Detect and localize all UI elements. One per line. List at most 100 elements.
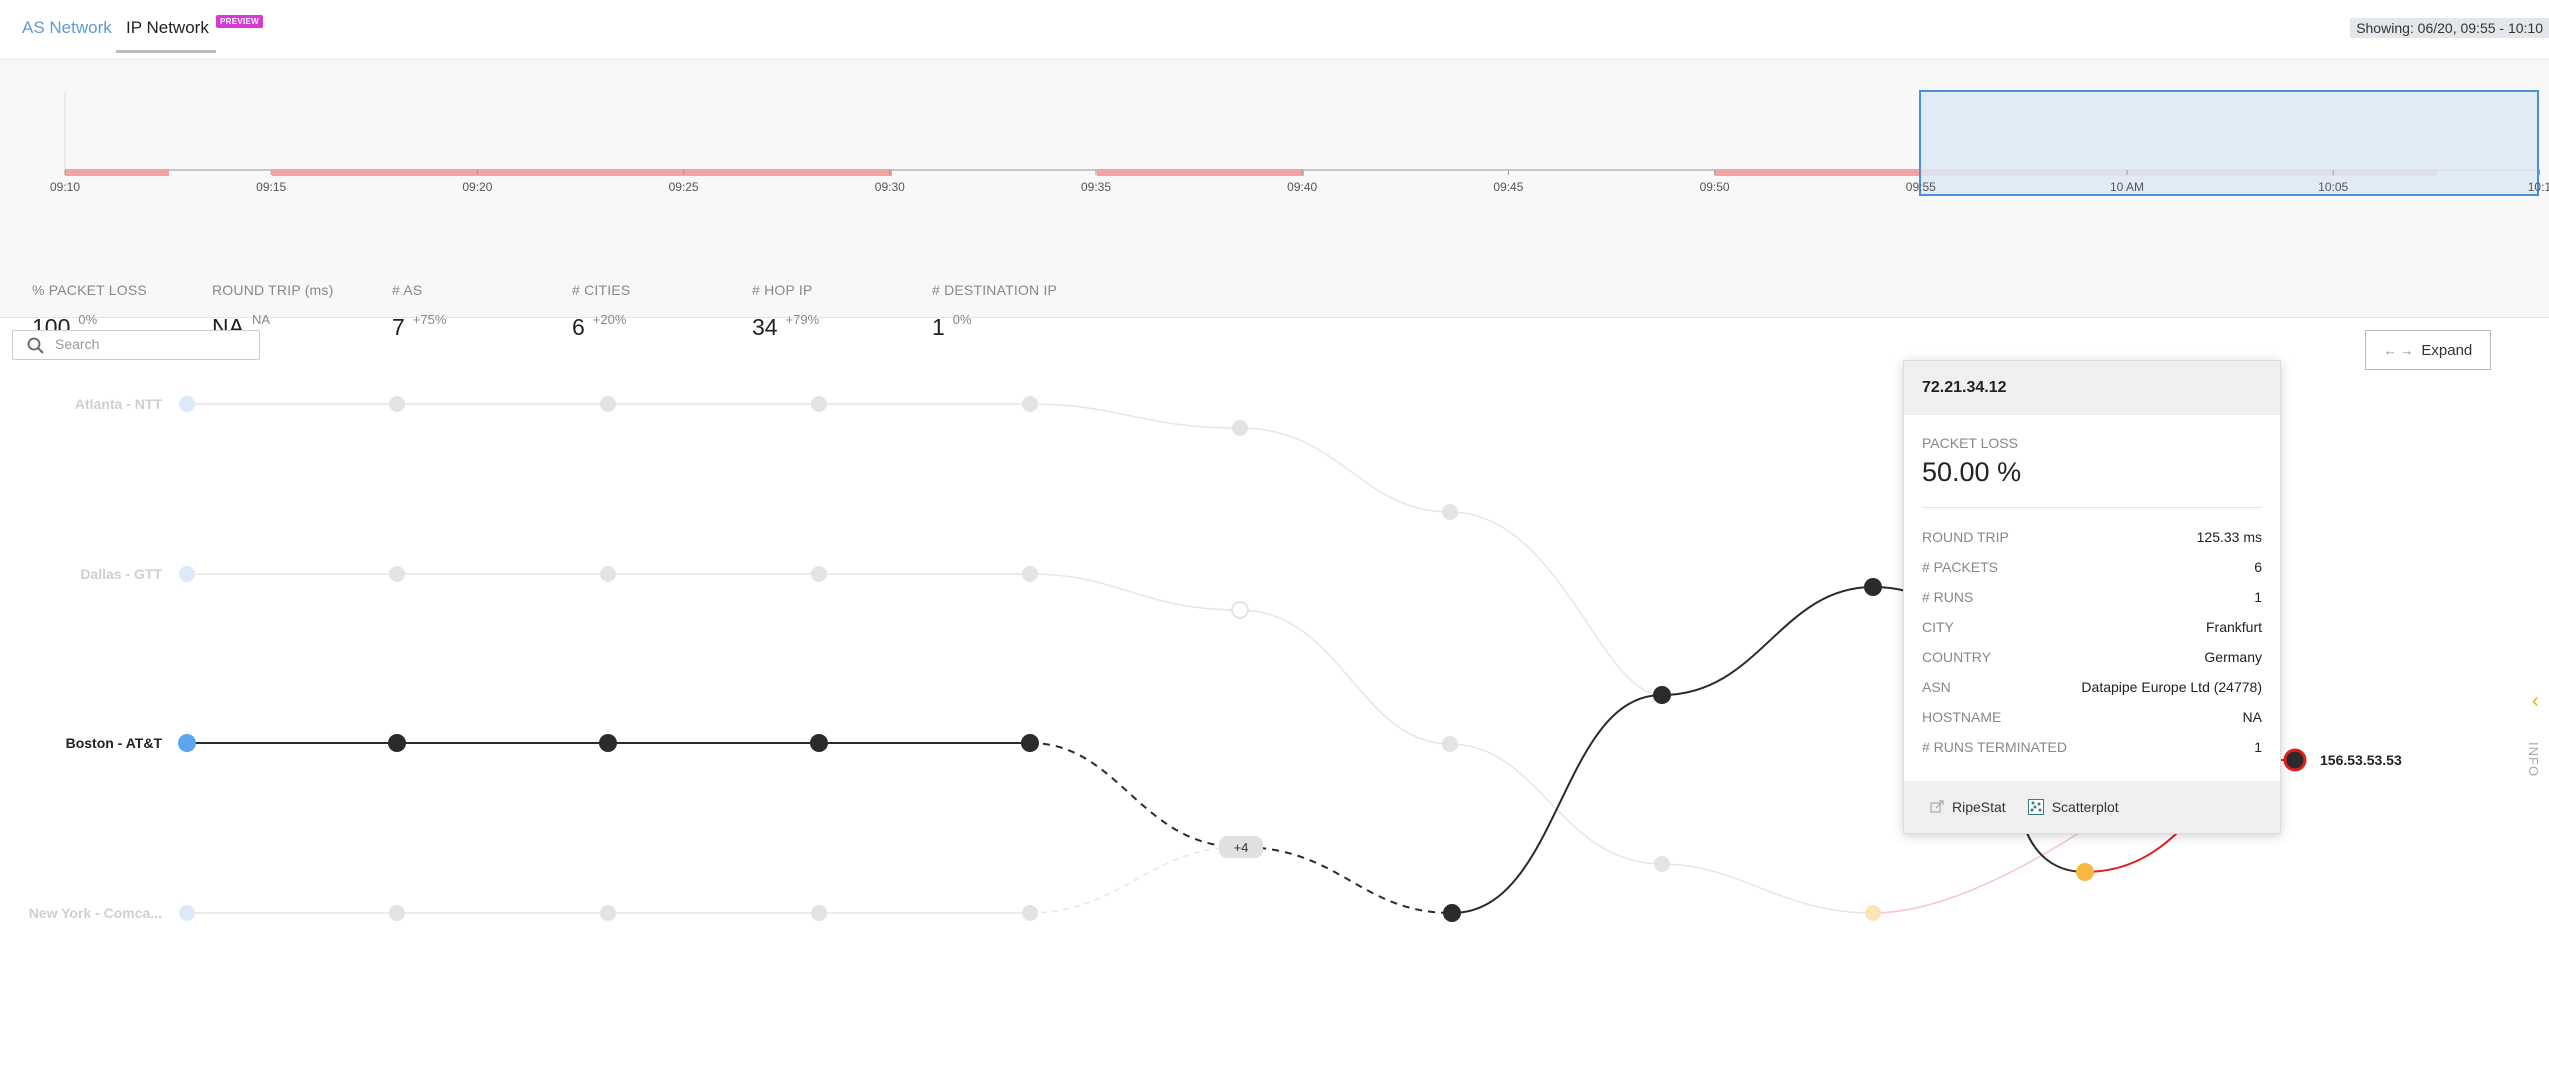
path-atlanta [187,403,1663,696]
ripestat-label: RipeStat [1952,799,2006,815]
tab-ip-network[interactable]: IP Network [126,18,209,38]
source-label-atlanta[interactable]: Atlanta - NTT [75,396,163,412]
tooltip-value: 1 [2254,739,2262,755]
tooltip-packet-loss-label: PACKET LOSS [1922,435,2018,451]
hop-node[interactable] [810,734,828,752]
hop-node[interactable] [1022,396,1038,412]
hop-node[interactable] [599,734,617,752]
timeline-chart: 09:10 09:15 09:20 09:25 09:30 09:35 09:40 09:45… [50,90,2549,196]
collapsed-hops-count: +4 [1234,840,1249,855]
timeline-tick-label: 09:40 [1287,180,1317,194]
timeline-tick-label: 09:30 [875,180,905,194]
tooltip-value: NA [2242,709,2262,725]
info-panel-toggle[interactable]: ‹ INFO [2520,690,2549,800]
hop-node[interactable] [1653,686,1671,704]
hop-node[interactable] [1654,856,1670,872]
hop-node[interactable] [388,734,406,752]
hop-node[interactable] [1021,734,1039,752]
tooltip-key: # PACKETS [1922,559,1998,575]
hop-node[interactable] [389,566,405,582]
timeline-tick-label: 09:55 [1906,180,1936,194]
source-label-dallas[interactable]: Dallas - GTT [80,566,162,582]
hop-node-warning[interactable] [1865,905,1881,921]
tooltip-row: HOSTNAME NA [1922,709,2262,729]
tooltip-row: # PACKETS 6 [1922,559,2262,579]
hop-node[interactable] [1442,736,1458,752]
tab-as-network[interactable]: AS Network [22,18,112,38]
destination-ip-label[interactable]: 156.53.53.53 [2320,752,2402,768]
hop-node-empty[interactable] [1231,601,1249,619]
ripestat-link[interactable]: RipeStat [1930,799,2006,815]
preview-badge: PREVIEW [216,15,263,28]
tooltip-row: COUNTRY Germany [1922,649,2262,669]
destination-node[interactable] [2283,748,2307,772]
loss-segment [1097,169,1304,176]
tooltip-value: 6 [2254,559,2262,575]
tooltip-value: Germany [2204,649,2262,665]
scatterplot-icon [2027,799,2044,815]
tooltip-value: 1 [2254,589,2262,605]
time-selection-brush[interactable] [1919,90,2539,196]
hop-node[interactable] [1022,905,1038,921]
tooltip-key: ASN [1922,679,1951,695]
info-tab-label: INFO [2526,742,2541,778]
hop-node[interactable] [389,905,405,921]
source-label-boston[interactable]: Boston - AT&T [66,735,163,751]
source-node-boston[interactable] [178,734,196,752]
timeline-tick-label: 09:25 [669,180,699,194]
chevron-left-icon: ‹ [2532,690,2539,712]
tooltip-key: ROUND TRIP [1922,529,2009,545]
timeline-tick-label: 10:05 [2318,180,2348,194]
tooltip-row: CITY Frankfurt [1922,619,2262,639]
timeline-tick-label: 10:1 [2528,180,2549,194]
source-node-atlanta[interactable] [179,396,195,412]
tooltip-row: ASN Datapipe Europe Ltd (24778) [1922,679,2262,699]
top-bar: AS Network IP Network PREVIEW Showing: 0… [0,0,2549,60]
hop-node[interactable] [811,566,827,582]
tooltip-ip: 72.21.34.12 [1904,361,2280,415]
timeline-tick-label: 09:45 [1493,180,1523,194]
hop-node[interactable] [811,905,827,921]
tooltip-value: 125.33 ms [2196,529,2262,545]
stat-label: ROUND TRIP (ms) [212,282,334,298]
hop-node[interactable] [1232,420,1248,436]
timeline-tick-label: 09:35 [1081,180,1111,194]
active-tab-indicator [116,50,216,53]
tooltip-packet-loss-value: 50.00 % [1922,457,2022,487]
collapsed-hops-badge[interactable]: +4 [1219,836,1263,858]
timeline-tick-label: 09:10 [50,180,80,194]
tooltip-actions: RipeStat Scatterplot [1904,781,2280,833]
hop-node[interactable] [600,905,616,921]
hop-node[interactable] [1022,566,1038,582]
stat-label: # AS [392,282,423,298]
external-link-icon [1930,800,1944,813]
stat-label: # CITIES [572,282,631,298]
tooltip-key: # RUNS [1922,589,1974,605]
tooltip-value: Frankfurt [2205,619,2262,635]
hop-node-selected[interactable] [1864,578,1882,596]
path-new-york [187,759,2181,914]
hop-node[interactable] [600,396,616,412]
timeline-tick-label: 09:50 [1700,180,1730,194]
timeline-tick-label: 09:15 [256,180,286,194]
hop-node[interactable] [1442,504,1458,520]
hop-node[interactable] [811,396,827,412]
scatterplot-label: Scatterplot [2051,799,2119,815]
hop-node[interactable] [600,566,616,582]
timeline-tick-label: 10 AM [2110,180,2144,194]
hop-node[interactable] [1443,904,1461,922]
scatterplot-link[interactable]: Scatterplot [2027,799,2119,815]
tooltip-value: Datapipe Europe Ltd (24778) [2081,679,2262,695]
timeline-tick-label: 09:20 [462,180,492,194]
time-range-label: Showing: 06/20, 09:55 - 10:10 [2350,18,2549,38]
source-label-new-york[interactable]: New York - Comca... [29,905,162,921]
source-node-dallas[interactable] [179,566,195,582]
tooltip-row: # RUNS TERMINATED 1 [1922,739,2262,759]
source-node-new-york[interactable] [179,905,195,921]
stat-label: # DESTINATION IP [932,282,1058,298]
hop-node-warning[interactable] [2076,863,2094,881]
timeline-panel: 09:10 09:15 09:20 09:25 09:30 09:35 09:40 09:45… [0,60,2549,340]
stat-label: % PACKET LOSS [32,282,147,298]
hop-node[interactable] [389,396,405,412]
tooltip-row: # RUNS 1 [1922,589,2262,609]
